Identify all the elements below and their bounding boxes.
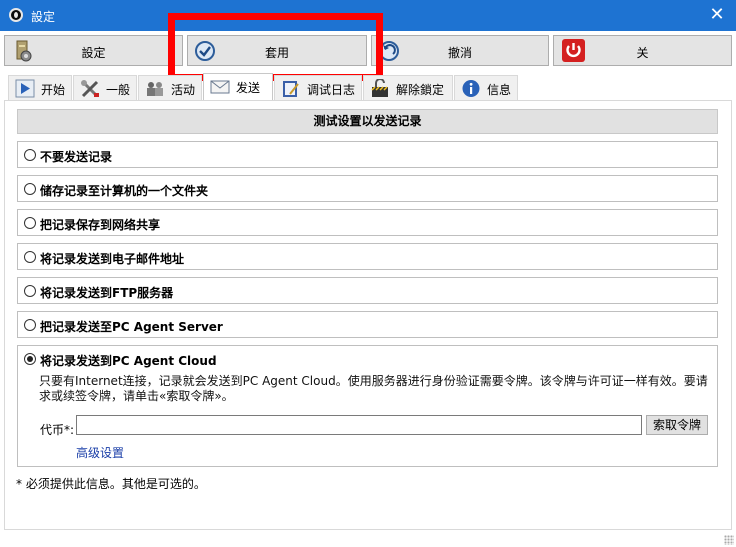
close-window-button[interactable]: ✕ — [706, 4, 728, 26]
settings-label: 設定 — [81, 46, 106, 60]
option-label: 把记录发送至PC Agent Server — [40, 320, 223, 334]
close-label: 关 — [636, 46, 649, 60]
window-title: 設定 — [31, 10, 56, 24]
option-label: 把记录保存到网络共享 — [40, 218, 161, 232]
tab-general[interactable]: 一般 — [73, 75, 137, 100]
highlight-box — [168, 13, 383, 81]
mail-icon — [210, 80, 230, 94]
unlock-icon — [371, 79, 388, 97]
radio-button-selected[interactable] — [24, 353, 36, 365]
tab-info[interactable]: 信息 — [454, 75, 518, 100]
tab-label: 信息 — [487, 83, 512, 97]
tab-label: 活动 — [171, 83, 196, 97]
radio-button[interactable] — [24, 285, 36, 297]
tools-icon — [81, 80, 99, 98]
option-pc-agent-cloud[interactable]: 将记录发送到PC Agent Cloud 只要有Internet连接，记录就会发… — [17, 345, 718, 467]
option-label: 将记录发送到PC Agent Cloud — [40, 354, 217, 368]
option-email[interactable]: 将记录发送到电子邮件地址 — [17, 243, 718, 270]
request-token-button[interactable]: 索取令牌 — [646, 415, 708, 435]
tab-label: 调试日志 — [307, 83, 356, 97]
advanced-settings-link[interactable]: 高级设置 — [76, 444, 124, 461]
people-icon — [147, 82, 163, 96]
tab-label: 开始 — [41, 83, 66, 97]
required-footnote: * 必须提供此信息。其他是可选的。 — [16, 477, 206, 491]
tab-label: 一般 — [106, 83, 131, 97]
radio-button[interactable] — [24, 149, 36, 161]
play-icon — [15, 79, 35, 98]
log-icon — [283, 81, 299, 97]
option-label: 不要发送记录 — [40, 150, 113, 164]
option-pc-agent-server[interactable]: 把记录发送至PC Agent Server — [17, 311, 718, 338]
radio-button[interactable] — [24, 319, 36, 331]
radio-button[interactable] — [24, 217, 36, 229]
tab-label: 发送 — [236, 81, 261, 95]
info-icon — [462, 80, 480, 97]
tab-label: 解除鎖定 — [396, 83, 445, 97]
tab-activity[interactable]: 活动 — [138, 75, 202, 100]
option-local-folder[interactable]: 储存记录至计算机的一个文件夹 — [17, 175, 718, 202]
tab-unlock[interactable]: 解除鎖定 — [363, 75, 453, 100]
tab-start[interactable]: 开始 — [8, 75, 72, 100]
radio-button[interactable] — [24, 183, 36, 195]
option-label: 储存记录至计算机的一个文件夹 — [40, 184, 209, 198]
settings-button[interactable]: 設定 — [4, 35, 183, 66]
option-ftp[interactable]: 将记录发送到FTP服务器 — [17, 277, 718, 304]
app-icon — [9, 8, 23, 22]
option-no-send[interactable]: 不要发送记录 — [17, 141, 718, 168]
resize-grip[interactable] — [724, 535, 734, 545]
option-label: 将记录发送到电子邮件地址 — [40, 252, 185, 266]
token-label: 代币*: — [40, 423, 75, 437]
close-button[interactable]: 关 — [553, 35, 732, 66]
cloud-description: 只要有Internet连接，记录就会发送到PC Agent Cloud。使用服务… — [39, 374, 708, 403]
tab-bar: 开始 一般 活动 发送 调试日志 解除鎖定 信息 — [0, 73, 736, 101]
option-label: 将记录发送到FTP服务器 — [40, 286, 174, 300]
option-network-share[interactable]: 把记录保存到网络共享 — [17, 209, 718, 236]
tab-send[interactable]: 发送 — [203, 73, 273, 101]
section-title: 测试设置以发送记录 — [17, 109, 718, 134]
radio-button[interactable] — [24, 251, 36, 263]
token-input[interactable] — [76, 415, 642, 435]
undo-label: 撤消 — [447, 46, 472, 60]
tab-debug-log[interactable]: 调试日志 — [274, 75, 362, 100]
undo-button[interactable]: 撤消 — [371, 35, 549, 66]
